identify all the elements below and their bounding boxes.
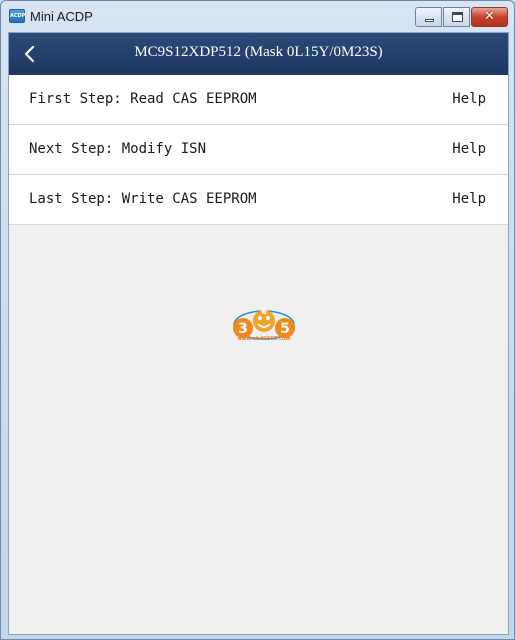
page-title: MC9S12XDP512 (Mask 0L15Y/0M23S) [134, 44, 383, 60]
chevron-left-icon [24, 45, 35, 63]
window-title: Mini ACDP [30, 9, 93, 24]
logo-eye-left [258, 316, 262, 320]
logo-digit-6: 6 [261, 307, 267, 316]
app-window: ACDP Mini ACDP ✕ MC9S12XDP512 (Mask 0L15… [0, 0, 515, 640]
step-row-read-cas[interactable]: First Step: Read CAS EEPROM Help [9, 75, 508, 125]
window-titlebar[interactable]: ACDP Mini ACDP ✕ [1, 1, 514, 33]
step-list: First Step: Read CAS EEPROM Help Next St… [9, 75, 508, 225]
step-label: Next Step: Modify ISN [29, 141, 207, 157]
help-link[interactable]: Help [452, 91, 486, 107]
logo-digit-3: 3 [238, 321, 248, 337]
help-link[interactable]: Help [452, 141, 486, 157]
watermark-url: www.obdii365.com [237, 336, 291, 342]
app-header: MC9S12XDP512 (Mask 0L15Y/0M23S) [9, 33, 508, 75]
step-row-modify-isn[interactable]: Next Step: Modify ISN Help [9, 125, 508, 175]
close-icon: ✕ [484, 9, 495, 24]
back-button[interactable] [19, 43, 41, 65]
minimize-icon [425, 19, 434, 22]
step-row-write-cas[interactable]: Last Step: Write CAS EEPROM Help [9, 175, 508, 225]
logo-eye-right [266, 316, 270, 320]
app-content: MC9S12XDP512 (Mask 0L15Y/0M23S) First St… [8, 32, 509, 635]
maximize-button[interactable] [443, 7, 470, 27]
minimize-button[interactable] [415, 7, 442, 27]
step-label: Last Step: Write CAS EEPROM [29, 191, 257, 207]
step-label: First Step: Read CAS EEPROM [29, 91, 257, 107]
help-link[interactable]: Help [452, 191, 486, 207]
maximize-icon [452, 12, 463, 22]
logo-digit-5: 5 [280, 321, 290, 337]
close-button[interactable]: ✕ [471, 7, 508, 27]
app-icon: ACDP [9, 9, 25, 23]
